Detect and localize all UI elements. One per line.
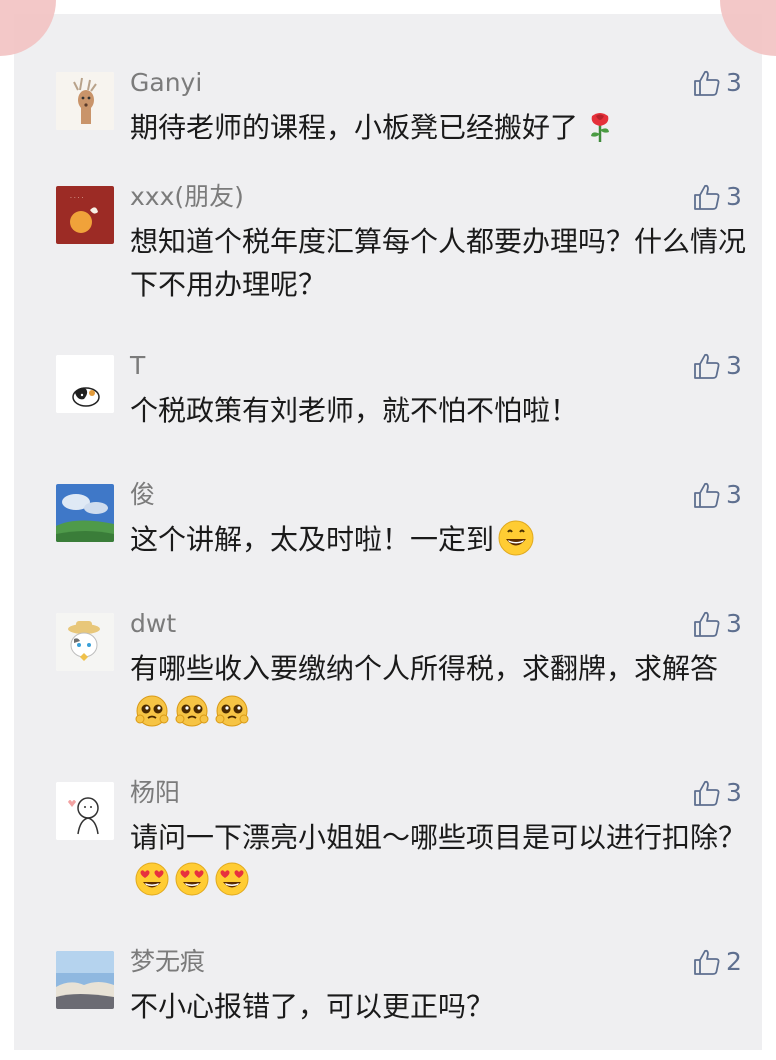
cat-hat-avatar[interactable] (56, 613, 114, 671)
thumbs-up-icon (694, 184, 720, 210)
comment-text-content: 这个讲解，太及时啦！一定到 (130, 523, 495, 556)
comment-author: xxx(朋友) (130, 182, 244, 211)
heart-eyes-emoji (174, 861, 210, 897)
grin-emoji (498, 520, 534, 556)
like-count: 3 (726, 609, 742, 638)
comment-text: 不小心报错了，可以更正吗？ (130, 985, 750, 1028)
thumbs-up-icon (694, 949, 720, 975)
orange-fruit-avatar[interactable]: · · · · (56, 186, 114, 244)
comments-panel: Ganyi 期待老师的课程，小板凳已经搬好了 3 · · · · xxx(朋友)… (14, 14, 762, 1050)
thumbs-up-icon (694, 611, 720, 637)
comment-text-content: 请问一下漂亮小姐姐～哪些项目是可以进行扣除？ (130, 821, 747, 854)
comment-author: 杨阳 (130, 778, 181, 807)
comment-text-content: 期待老师的课程，小板凳已经搬好了 (130, 111, 579, 144)
like-button[interactable]: 3 (692, 180, 742, 214)
pleading-emoji (134, 692, 170, 728)
sketch-avatar[interactable] (56, 782, 114, 840)
comment-author: 梦无痕 (130, 947, 206, 976)
like-count: 3 (726, 480, 742, 509)
thumbs-up-icon (694, 353, 720, 379)
like-button[interactable]: 3 (692, 66, 742, 100)
comment-text-content: 想知道个税年度汇算每个人都要办理吗？什么情况下不用办理呢？ (130, 225, 747, 301)
like-count: 2 (726, 947, 742, 976)
like-button[interactable]: 3 (692, 349, 742, 383)
comment-text-content: 有哪些收入要缴纳个人所得税，求翻牌，求解答 (130, 652, 719, 685)
comment-text-content: 个税政策有刘老师，就不怕不怕啦！ (130, 394, 579, 427)
comment-text-content: 不小心报错了，可以更正吗？ (130, 990, 495, 1023)
thumbs-up-icon (694, 70, 720, 96)
comment-text: 请问一下漂亮小姐姐～哪些项目是可以进行扣除？ (130, 816, 750, 902)
heart-eyes-emoji (214, 861, 250, 897)
sky-avatar[interactable] (56, 951, 114, 1009)
landscape-avatar[interactable] (56, 484, 114, 542)
like-button[interactable]: 2 (692, 945, 742, 979)
svg-text:· · · ·: · · · · (70, 195, 83, 202)
thumbs-up-icon (694, 482, 720, 508)
pleading-emoji (174, 692, 210, 728)
thumbs-up-icon (694, 780, 720, 806)
comment-text: 想知道个税年度汇算每个人都要办理吗？什么情况下不用办理呢？ (130, 220, 750, 306)
pleading-emoji (214, 692, 250, 728)
rose-icon (582, 108, 618, 144)
comment-text: 有哪些收入要缴纳个人所得税，求翻牌，求解答 (130, 647, 750, 733)
like-count: 3 (726, 182, 742, 211)
comment-author: T (130, 351, 146, 380)
comment-text: 这个讲解，太及时啦！一定到 (130, 518, 750, 561)
comments-screen: Ganyi 期待老师的课程，小板凳已经搬好了 3 · · · · xxx(朋友)… (0, 0, 776, 1060)
comment-author: Ganyi (130, 68, 203, 97)
comment-author: 俊 (130, 480, 156, 509)
like-count: 3 (726, 351, 742, 380)
heart-eyes-emoji (134, 861, 170, 897)
like-button[interactable]: 3 (692, 776, 742, 810)
comment-author: dwt (130, 609, 177, 638)
like-count: 3 (726, 778, 742, 807)
like-count: 3 (726, 68, 742, 97)
cat-avatar[interactable] (56, 355, 114, 413)
like-button[interactable]: 3 (692, 607, 742, 641)
deer-avatar[interactable] (56, 72, 114, 130)
comment-text: 个税政策有刘老师，就不怕不怕啦！ (130, 389, 750, 432)
comment-text: 期待老师的课程，小板凳已经搬好了 (130, 106, 750, 149)
like-button[interactable]: 3 (692, 478, 742, 512)
